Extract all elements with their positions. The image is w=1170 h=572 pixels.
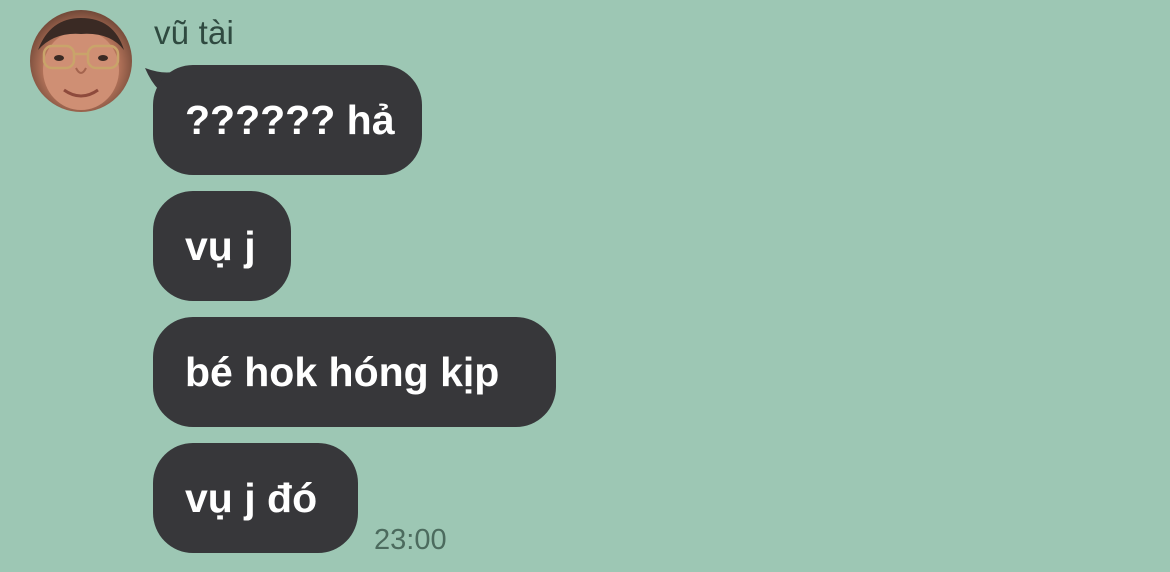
message-text: vụ j xyxy=(185,222,256,269)
sender-avatar[interactable] xyxy=(30,10,132,112)
message-bubble[interactable]: vụ j đó xyxy=(153,443,358,553)
message-text: ?????? hả xyxy=(185,96,395,143)
message-bubble[interactable]: vụ j xyxy=(153,191,291,301)
message-text: vụ j đó xyxy=(185,474,318,521)
message-bubble[interactable]: ?????? hả xyxy=(153,65,422,175)
sender-name: vũ tài xyxy=(154,14,235,51)
avatar-photo-icon xyxy=(38,18,124,110)
message-bubble[interactable]: bé hok hóng kịp xyxy=(153,317,556,427)
message-timestamp: 23:00 xyxy=(374,524,447,556)
message-text: bé hok hóng kịp xyxy=(185,348,500,395)
chat-area: vũ tài ?????? hả vụ j bé hok hóng kịp vụ… xyxy=(0,0,1170,572)
